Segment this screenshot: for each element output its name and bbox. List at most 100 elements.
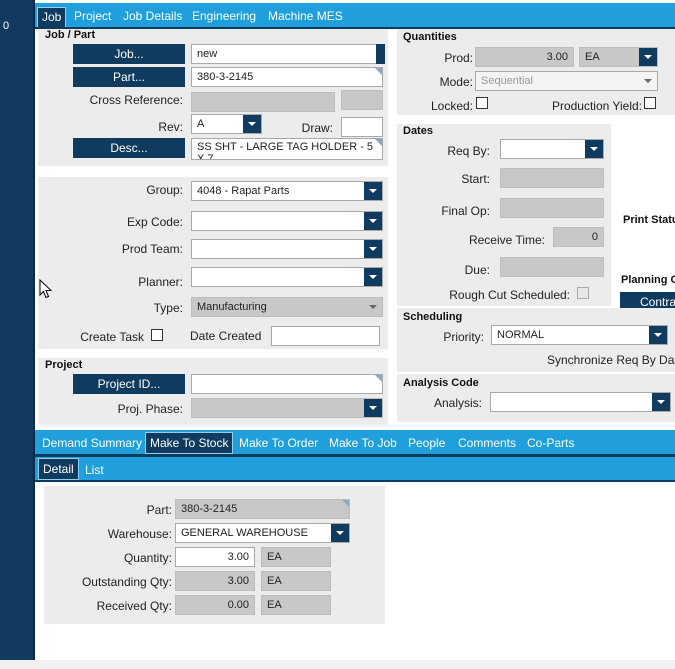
planning-label: Planning C <box>621 274 675 286</box>
tab-make-to-stock[interactable]: Make To Stock <box>145 432 234 454</box>
analysis-label: Analysis: <box>433 396 482 410</box>
tab-people[interactable]: People <box>408 430 445 457</box>
cross-reference-field[interactable] <box>191 92 335 112</box>
outstanding-qty-field[interactable]: 3.00 <box>175 571 255 591</box>
proj-phase-chevron-down-icon[interactable] <box>364 399 382 417</box>
quantity-label: Quantity: <box>123 551 172 565</box>
tab-job-details[interactable]: Job Details <box>123 3 182 29</box>
tab-detail[interactable]: Detail <box>38 458 79 480</box>
job-part-panel: Job / Part Job... new Part... 380-3-2145… <box>38 29 388 166</box>
rev-value: A <box>197 118 205 130</box>
mode-chevron-down-icon[interactable] <box>639 72 657 90</box>
make-to-stock-panel: Part: 380-3-2145 Warehouse: GENERAL WARE… <box>44 486 385 624</box>
tab-make-to-job[interactable]: Make To Job <box>329 430 397 457</box>
planner-chevron-down-icon[interactable] <box>364 268 382 286</box>
print-status-label: Print Statu <box>623 214 675 226</box>
mode-select[interactable]: Sequential <box>475 71 658 91</box>
prod-team-chevron-down-icon[interactable] <box>364 240 382 258</box>
start-field[interactable] <box>500 168 604 188</box>
tab-job[interactable]: Job <box>37 7 67 28</box>
tab-project[interactable]: Project <box>74 3 111 29</box>
priority-select[interactable]: NORMAL <box>491 325 668 345</box>
prod-quantity-field[interactable]: 3.00 <box>475 47 574 67</box>
group-label: Group: <box>146 183 183 197</box>
type-chevron-down-icon[interactable] <box>364 298 382 316</box>
quantity-field[interactable]: 3.00 <box>175 547 255 567</box>
production-yield-label: Production Yield: <box>551 99 642 113</box>
type-select[interactable]: Manufacturing <box>191 297 383 317</box>
due-label: Due: <box>464 263 490 277</box>
job-button[interactable]: Job... <box>73 44 185 64</box>
warehouse-select[interactable]: GENERAL WAREHOUSE <box>175 523 350 543</box>
prod-uom-select[interactable]: EA <box>579 47 658 67</box>
tab-make-to-order[interactable]: Make To Order <box>239 430 318 457</box>
production-yield-checkbox[interactable] <box>644 97 656 109</box>
final-op-label: Final Op: <box>441 204 490 218</box>
tab-co-parts[interactable]: Co-Parts <box>527 430 574 457</box>
locked-checkbox[interactable] <box>476 97 488 109</box>
exp-code-select[interactable] <box>191 211 383 231</box>
project-id-button[interactable]: Project ID... <box>73 374 185 394</box>
planner-select[interactable] <box>191 267 383 287</box>
section-title-project: Project <box>45 359 83 371</box>
priority-chevron-down-icon[interactable] <box>649 326 667 344</box>
part-button[interactable]: Part... <box>73 67 185 87</box>
project-id-field[interactable] <box>191 374 383 394</box>
section-title-job-part: Job / Part <box>45 29 96 41</box>
analysis-panel: Analysis Code Analysis: <box>397 374 675 422</box>
planner-label: Planner: <box>138 275 183 289</box>
priority-label: Priority: <box>443 330 484 344</box>
cross-reference-extra-field[interactable] <box>341 90 383 110</box>
analysis-chevron-down-icon[interactable] <box>652 393 670 411</box>
section-title-dates: Dates <box>403 125 433 137</box>
outstanding-uom-field[interactable]: EA <box>261 571 331 591</box>
left-divider <box>33 0 35 660</box>
description-field[interactable]: SS SHT - LARGE TAG HOLDER - 5 X 7 <box>191 138 383 160</box>
draw-field[interactable] <box>341 117 383 137</box>
dates-panel: Dates Req By: Start: Final Op: Receive T… <box>397 124 611 306</box>
job-field[interactable]: new <box>191 44 384 64</box>
part-field[interactable]: 380-3-2145 <box>191 67 383 87</box>
job-navigate-arrow[interactable] <box>376 44 385 64</box>
mts-part-field[interactable]: 380-3-2145 <box>175 499 350 519</box>
start-label: Start: <box>461 172 490 186</box>
main-tab-bar: Job Project Job Details Engineering Mach… <box>35 3 675 29</box>
group-chevron-down-icon[interactable] <box>364 182 382 200</box>
desc-button[interactable]: Desc... <box>73 138 185 158</box>
exp-code-chevron-down-icon[interactable] <box>364 212 382 230</box>
prod-uom-chevron-down-icon[interactable] <box>639 48 657 66</box>
tab-machine-mes[interactable]: Machine MES <box>268 3 343 29</box>
priority-value: NORMAL <box>497 329 545 341</box>
group-select[interactable]: 4048 - Rapat Parts <box>191 181 383 201</box>
received-uom-field[interactable]: EA <box>261 595 331 615</box>
prod-team-label: Prod Team: <box>121 242 183 256</box>
sub-tab-bar: Demand Summary Make To Stock Make To Ord… <box>35 430 675 455</box>
received-qty-field[interactable]: 0.00 <box>175 595 255 615</box>
create-task-checkbox[interactable] <box>151 329 163 341</box>
receive-time-label: Receive Time: <box>468 233 545 247</box>
tab-demand-summary[interactable]: Demand Summary <box>42 430 142 457</box>
description-corner-marker <box>375 139 382 146</box>
tab-engineering[interactable]: Engineering <box>192 3 256 29</box>
due-field[interactable] <box>500 257 604 277</box>
req-by-chevron-down-icon[interactable] <box>585 140 603 158</box>
analysis-select[interactable] <box>490 392 671 412</box>
proj-phase-select[interactable] <box>191 398 383 418</box>
type-label: Type: <box>153 301 183 315</box>
rough-cut-label: Rough Cut Scheduled: <box>449 288 570 302</box>
quantity-uom-field[interactable]: EA <box>261 547 331 567</box>
exp-code-label: Exp Code: <box>126 215 183 229</box>
rev-chevron-down-icon[interactable] <box>243 115 261 133</box>
tab-comments[interactable]: Comments <box>458 430 516 457</box>
date-created-field[interactable] <box>271 326 380 346</box>
final-op-field[interactable] <box>500 198 604 218</box>
prod-team-select[interactable] <box>191 239 383 259</box>
mode-value: Sequential <box>481 75 533 87</box>
warehouse-chevron-down-icon[interactable] <box>331 524 349 542</box>
req-by-select[interactable] <box>500 139 604 159</box>
receive-time-field[interactable]: 0 <box>553 227 604 247</box>
rev-select[interactable]: A <box>191 114 262 134</box>
cross-reference-label: Cross Reference: <box>89 93 183 107</box>
rough-cut-checkbox[interactable] <box>577 287 589 299</box>
classification-panel: Group: 4048 - Rapat Parts Exp Code: Prod… <box>38 177 388 349</box>
